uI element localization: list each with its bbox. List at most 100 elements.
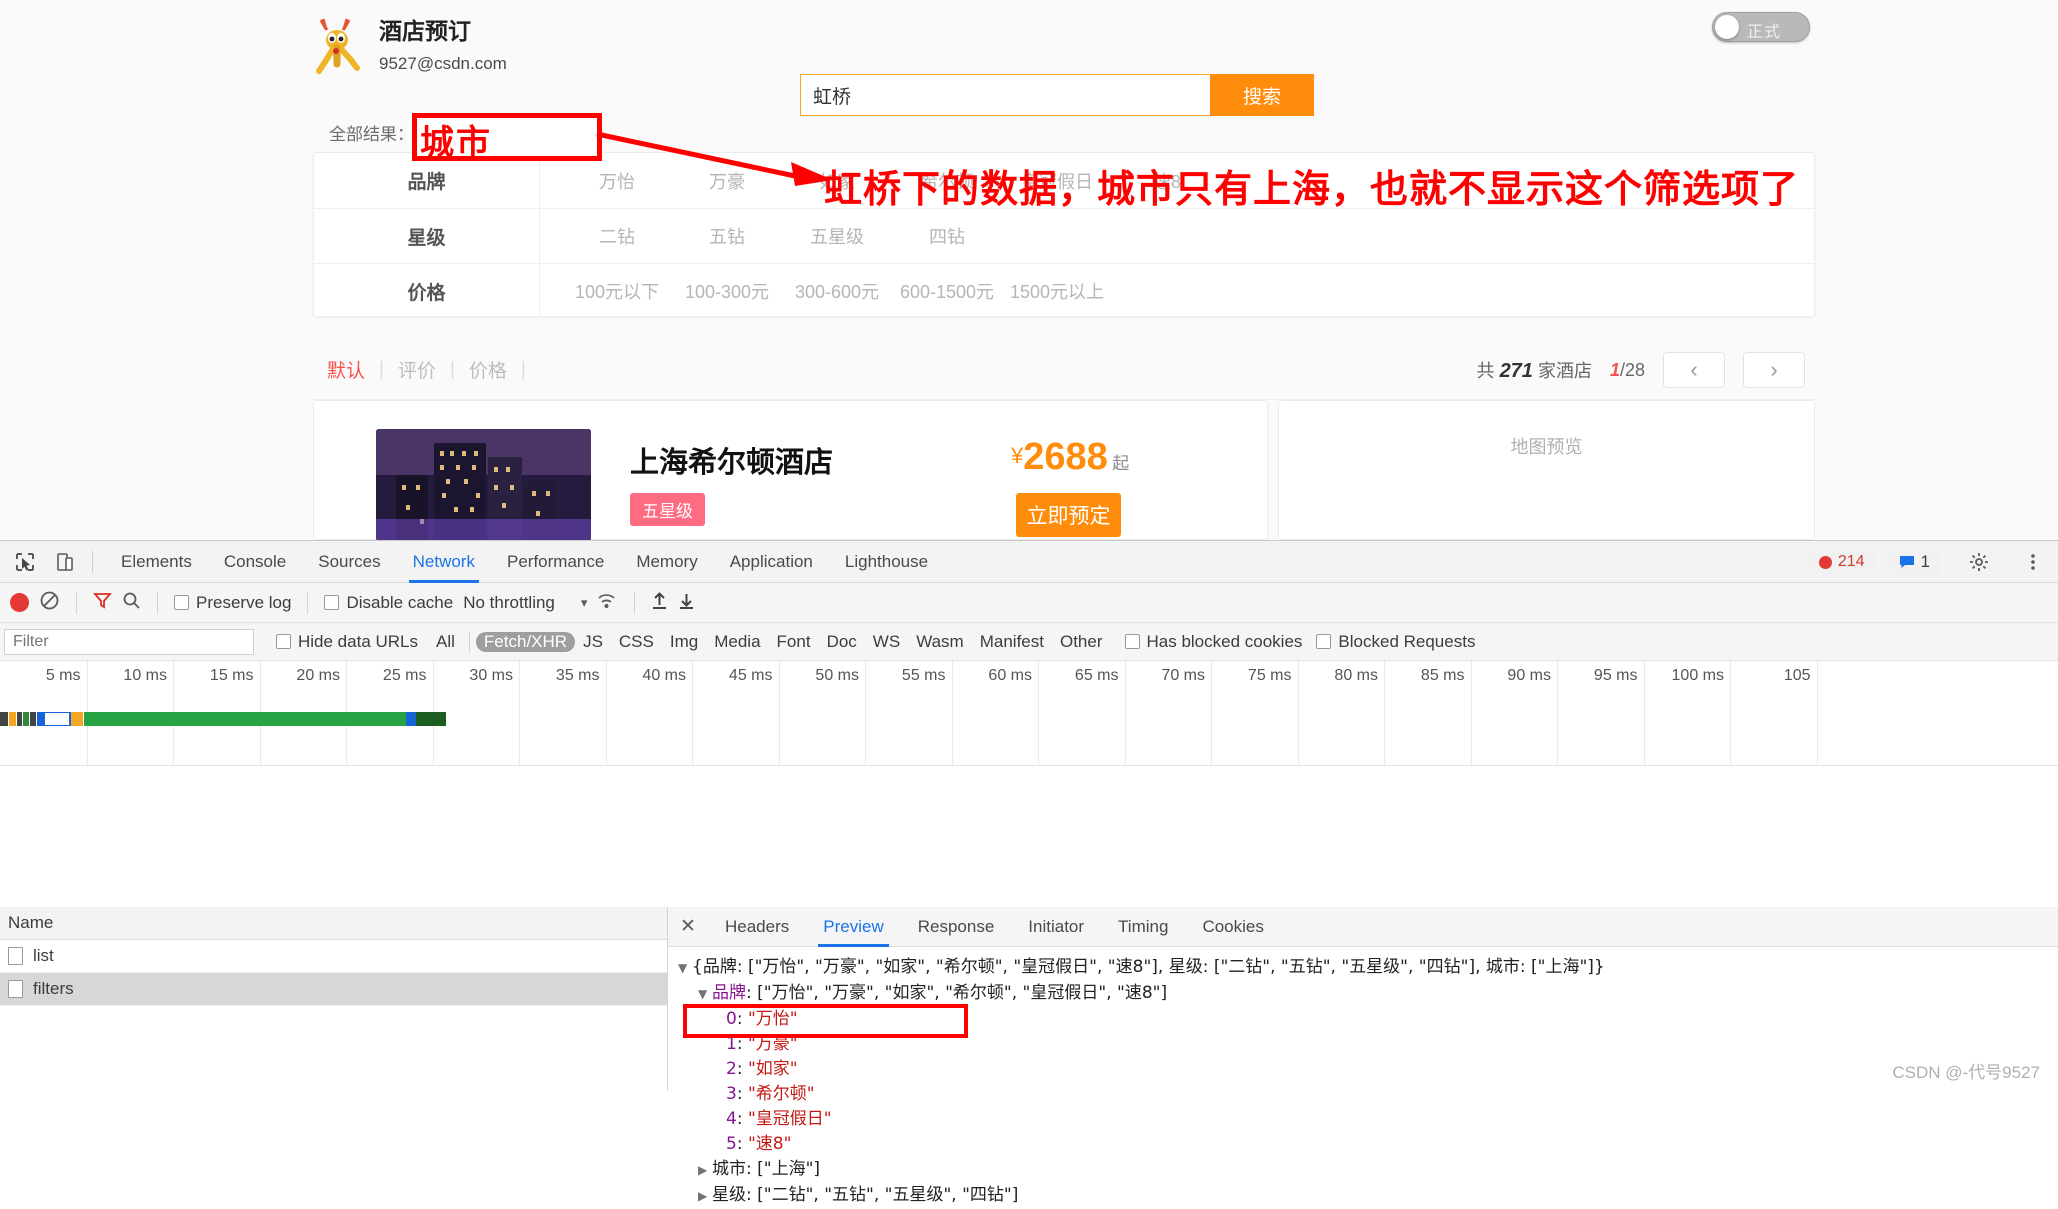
detail-tab-headers[interactable]: Headers (708, 907, 806, 947)
filter-input[interactable] (4, 628, 254, 655)
json-root-content: {品牌: ["万怡", "万豪", "如家", "希尔顿", "皇冠假日", "… (692, 957, 1605, 977)
export-har-icon[interactable] (678, 591, 695, 615)
timeline-tick-label: 70 ms (1161, 667, 1205, 684)
filter-option[interactable]: 五钻 (672, 223, 782, 249)
collapse-triangle-icon[interactable]: ▶ (698, 1184, 712, 1209)
disable-cache-checkbox[interactable]: Disable cache (324, 593, 453, 613)
map-preview-panel[interactable]: 地图预览 (1278, 400, 1815, 540)
hide-data-urls-label: Hide data URLs (298, 631, 419, 651)
filter-option[interactable]: 二钻 (562, 223, 672, 249)
filter-label: 星级 (407, 227, 446, 249)
preserve-log-checkbox[interactable]: Preserve log (174, 593, 291, 613)
filter-type-media[interactable]: Media (706, 632, 768, 652)
more-options-icon[interactable] (2018, 549, 2048, 575)
clear-icon[interactable] (39, 590, 60, 616)
hide-data-urls-checkbox[interactable]: Hide data URLs (276, 632, 418, 652)
json-city-line[interactable]: ▶ 城市: ["上海"] (678, 1157, 2058, 1183)
filter-type-ws[interactable]: WS (865, 632, 908, 652)
import-har-icon[interactable] (651, 591, 668, 615)
filter-option[interactable]: 四钻 (892, 223, 1002, 249)
timeline-tick-label: 60 ms (988, 667, 1032, 684)
env-toggle[interactable]: 正式 (1712, 12, 1810, 42)
filter-type-css[interactable]: CSS (611, 632, 662, 652)
tab-network[interactable]: Network (397, 541, 491, 583)
filter-row-star: 星级 二钻 五钻 五星级 四钻 (314, 208, 1814, 263)
search-icon[interactable] (122, 591, 141, 615)
detail-tab-initiator[interactable]: Initiator (1011, 907, 1101, 947)
inspect-element-icon[interactable] (10, 549, 40, 575)
tab-lighthouse[interactable]: Lighthouse (829, 541, 944, 583)
timeline-tick-label: 65 ms (1074, 667, 1119, 684)
detail-tab-preview[interactable]: Preview (806, 907, 900, 947)
disable-cache-label: Disable cache (346, 592, 454, 612)
filter-type-other[interactable]: Other (1052, 632, 1111, 652)
throttling-select[interactable]: No throttling ▾ (463, 593, 587, 613)
sort-price[interactable]: 价格 (469, 356, 521, 383)
table-row[interactable]: filters (0, 973, 667, 1006)
sort-rating[interactable]: 评价 (398, 356, 450, 383)
message-count-badge[interactable]: 1 (1888, 549, 1940, 575)
checkbox-box (276, 634, 291, 649)
filter-type-img[interactable]: Img (662, 632, 706, 652)
has-blocked-cookies-checkbox[interactable]: Has blocked cookies (1124, 632, 1302, 652)
detail-tab-cookies[interactable]: Cookies (1185, 907, 1280, 947)
json-array-item: 2: "如家" (726, 1059, 798, 1079)
collapse-triangle-icon[interactable]: ▶ (698, 1158, 712, 1183)
pagination: 共 271 家酒店 1/28 ‹ › (1477, 352, 1805, 388)
divider (468, 630, 470, 653)
filter-funnel-icon[interactable] (93, 591, 112, 615)
filter-type-wasm[interactable]: Wasm (908, 632, 972, 652)
filter-option[interactable]: 600-1500元 (892, 278, 1002, 304)
tab-performance[interactable]: Performance (491, 541, 620, 583)
tab-sources[interactable]: Sources (302, 541, 396, 583)
device-toolbar-icon[interactable] (50, 549, 80, 575)
hotel-result-card[interactable]: 上海希尔顿酒店 五星级 ¥2688 起 立即预定 (313, 400, 1268, 540)
gear-icon[interactable] (1964, 549, 1994, 575)
checkbox-box (1124, 634, 1140, 649)
prev-page-button[interactable]: ‹ (1663, 352, 1725, 388)
detail-tabbar: ✕ Headers Preview Response Initiator Tim… (668, 907, 2058, 947)
price-suffix: 起 (1112, 454, 1130, 473)
json-star-line[interactable]: ▶ 星级: ["二钻", "五钻", "五星级", "四钻"] (678, 1183, 2058, 1209)
filter-type-fetch-xhr[interactable]: Fetch/XHR (475, 631, 576, 652)
timeline-gridline (865, 661, 866, 765)
filter-option[interactable]: 100-300元 (672, 278, 782, 304)
search-input[interactable] (800, 74, 1210, 116)
message-icon (1899, 556, 1914, 568)
search-button[interactable]: 搜索 (1210, 74, 1314, 116)
filter-option[interactable]: 五星级 (782, 223, 892, 249)
network-timeline[interactable]: 5 ms 10 ms 15 ms 20 ms 25 ms 30 ms 35 ms 40 ms 4… (0, 661, 2058, 766)
filter-type-js[interactable]: JS (575, 632, 611, 652)
filter-type-doc[interactable]: Doc (819, 632, 865, 652)
table-row[interactable]: list (0, 940, 667, 973)
book-now-button[interactable]: 立即预定 (1016, 493, 1121, 537)
filter-type-manifest[interactable]: Manifest (972, 632, 1052, 652)
detail-tab-timing[interactable]: Timing (1101, 907, 1185, 947)
tab-application[interactable]: Application (714, 541, 829, 583)
filter-option[interactable]: 100元以下 (562, 278, 672, 304)
tab-elements[interactable]: Elements (105, 541, 208, 583)
network-conditions-icon[interactable] (597, 591, 618, 615)
tab-console[interactable]: Console (208, 541, 302, 583)
price-value: 2688 (1023, 436, 1108, 478)
json-root-line[interactable]: ▼ {品牌: ["万怡", "万豪", "如家", "希尔顿", "皇冠假日", … (678, 955, 2058, 981)
expand-triangle-icon[interactable]: ▼ (678, 956, 692, 981)
timeline-tick-label: 85 ms (1420, 667, 1465, 684)
detail-tab-response[interactable]: Response (901, 907, 1012, 947)
filter-type-all[interactable]: All (428, 632, 463, 652)
record-icon[interactable] (10, 593, 29, 612)
close-icon[interactable]: ✕ (668, 915, 708, 938)
timeline-gridline (1470, 661, 1472, 765)
tab-memory[interactable]: Memory (620, 541, 713, 583)
toggle-label: 正式 (1747, 24, 1782, 41)
sort-default[interactable]: 默认 (327, 356, 379, 383)
filter-type-font[interactable]: Font (769, 632, 819, 652)
error-count-badge[interactable]: 214 (1808, 550, 1875, 574)
filter-option[interactable]: 1500元以上 (1002, 278, 1112, 304)
result-count: 共 271 家酒店 (1476, 360, 1592, 382)
watermark: CSDN @-代号9527 (1892, 1063, 2040, 1082)
json-index: 2 (726, 1059, 737, 1079)
blocked-requests-checkbox[interactable]: Blocked Requests (1316, 632, 1475, 652)
filter-option[interactable]: 300-600元 (782, 278, 892, 304)
next-page-button[interactable]: › (1743, 352, 1805, 388)
